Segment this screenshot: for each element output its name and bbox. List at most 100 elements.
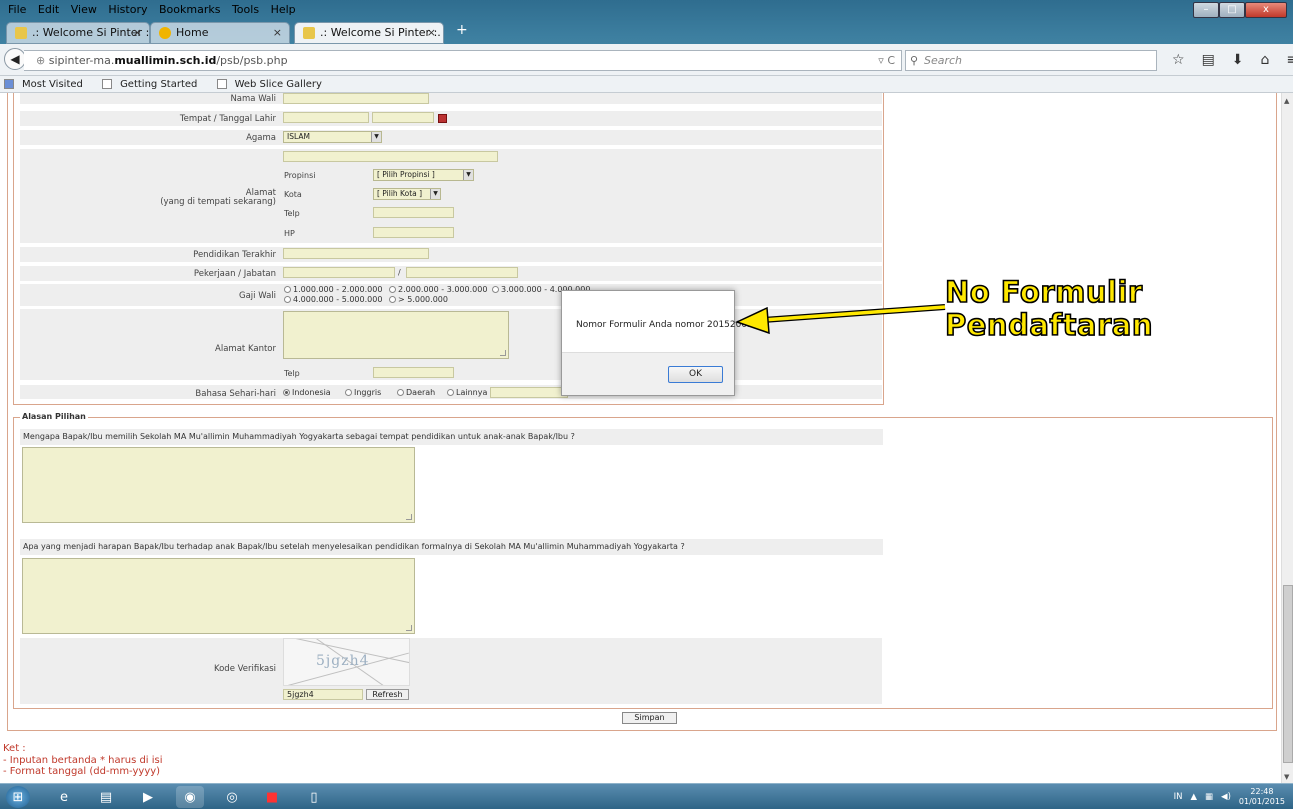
alamat-input[interactable] — [283, 151, 498, 162]
tab-welcome-2[interactable]: .: Welcome Si Pinter :. × — [294, 22, 444, 44]
clock-time: 22:48 — [1250, 787, 1274, 796]
menu-view[interactable]: View — [71, 3, 97, 16]
alasan-2-textarea[interactable] — [22, 558, 415, 634]
clock[interactable]: 22:48 01/01/2015 — [1239, 787, 1285, 807]
bookmark-most-visited[interactable]: Most Visited — [4, 79, 91, 90]
telp-input[interactable] — [373, 207, 454, 218]
scroll-down-icon[interactable]: ▼ — [1284, 773, 1289, 781]
alasan-1-textarea[interactable] — [22, 447, 415, 523]
kota-select[interactable]: [ Pilih Kota ] ▼ — [373, 188, 441, 200]
network-icon[interactable]: ▦ — [1205, 792, 1213, 802]
bookmark-getting-started[interactable]: Getting Started — [102, 79, 205, 90]
menu-tools[interactable]: Tools — [232, 3, 259, 16]
tab-home[interactable]: Home × — [150, 22, 290, 44]
firefox-icon[interactable]: ◉ — [176, 786, 204, 808]
calendar-icon[interactable] — [438, 114, 447, 123]
maximize-button[interactable]: □ — [1219, 2, 1245, 18]
media-player-icon[interactable]: ▶ — [134, 786, 162, 808]
tempat-lahir-input[interactable] — [283, 112, 369, 123]
page-icon — [102, 79, 113, 89]
scroll-up-icon[interactable]: ▲ — [1284, 97, 1289, 105]
jabatan-input[interactable] — [406, 267, 518, 278]
menu-edit[interactable]: Edit — [38, 3, 59, 16]
bahasa-lainnya[interactable]: Lainnya — [447, 388, 487, 397]
download-icon[interactable]: ⬇ — [1232, 52, 1244, 68]
menu-file[interactable]: File — [8, 3, 26, 16]
menu-history[interactable]: History — [108, 3, 147, 16]
toolbar-icons: ☆ ▤ ⬇ ⌂ ≡ — [1172, 52, 1293, 68]
tab-close-icon[interactable]: × — [273, 23, 282, 43]
captcha-image: 5jgzh4 — [283, 638, 410, 686]
page-content: Nama Wali Tempat / Tanggal Lahir / Agama… — [0, 93, 1281, 783]
pekerjaan-input[interactable] — [283, 267, 395, 278]
language-indicator[interactable]: IN — [1174, 792, 1183, 802]
scroll-thumb[interactable] — [1283, 585, 1293, 763]
alert-dialog: Nomor Formulir Anda nomor 20152003 OK — [561, 290, 753, 396]
phone-app-icon[interactable]: ▯ — [300, 786, 328, 808]
menu-help[interactable]: Help — [271, 3, 296, 16]
minimize-button[interactable]: – — [1193, 2, 1219, 18]
bahasa-option-label: Inggris — [354, 388, 382, 397]
ie-icon[interactable]: e — [50, 786, 78, 808]
hp-input[interactable] — [373, 227, 454, 238]
tab-welcome-1[interactable]: .: Welcome Si Pinter :. × — [6, 22, 150, 44]
page-scrollbar[interactable]: ▲ ▼ — [1281, 93, 1293, 783]
site-favicon-icon — [303, 27, 315, 39]
menu-bookmarks[interactable]: Bookmarks — [159, 3, 220, 16]
gaji-option-1[interactable]: 1.000.000 - 2.000.000 — [284, 285, 382, 294]
reading-list-icon[interactable]: ▤ — [1202, 52, 1215, 68]
bookmark-web-slice[interactable]: Web Slice Gallery — [216, 79, 330, 90]
reload-icon[interactable]: ▿ C — [878, 51, 895, 70]
kota-value: [ Pilih Kota ] — [377, 189, 423, 198]
radio-icon — [284, 296, 291, 303]
propinsi-select[interactable]: [ Pilih Propinsi ] ▼ — [373, 169, 474, 181]
simpan-button[interactable]: Simpan — [622, 712, 677, 724]
bahasa-daerah[interactable]: Daerah — [397, 388, 435, 397]
search-input[interactable]: ⚲ Search — [905, 50, 1157, 71]
explorer-icon[interactable]: ▤ — [92, 786, 120, 808]
captcha-input[interactable]: 5jgzh4 — [283, 689, 363, 700]
gaji-option-4[interactable]: 4.000.000 - 5.000.000 — [284, 295, 382, 304]
home-icon[interactable]: ⌂ — [1261, 52, 1270, 68]
gaji-option-5[interactable]: > 5.000.000 — [389, 295, 448, 304]
bahasa-lainnya-input[interactable] — [490, 387, 568, 398]
window-controls: – □ x — [1193, 2, 1287, 18]
mi-app-icon[interactable]: ■ — [258, 786, 286, 808]
tab-close-icon[interactable]: × — [427, 23, 436, 43]
label-gaji: Gaji Wali — [238, 291, 276, 301]
chevron-down-icon: ▼ — [430, 189, 440, 199]
radio-icon — [284, 286, 291, 293]
ket-line-2: - Format tanggal (dd-mm-yyyy) — [3, 766, 161, 777]
label-agama: Agama — [246, 133, 276, 143]
menu-icon[interactable]: ≡ — [1286, 52, 1293, 68]
pendidikan-input[interactable] — [283, 248, 429, 259]
bookmark-star-icon[interactable]: ☆ — [1172, 52, 1185, 68]
back-button[interactable]: ◀ — [4, 48, 26, 70]
label-propinsi: Propinsi — [284, 171, 316, 180]
tanggal-lahir-input[interactable] — [372, 112, 434, 123]
url-bar[interactable]: ⊕ sipinter-ma.muallimin.sch.id/psb/psb.p… — [24, 50, 902, 71]
volume-icon[interactable]: ◀) — [1221, 792, 1231, 802]
label-bahasa: Bahasa Sehari-hari — [195, 389, 276, 399]
bahasa-inggris[interactable]: Inggris — [345, 388, 381, 397]
agama-select[interactable]: ISLAM ▼ — [283, 131, 382, 143]
chrome-icon[interactable]: ◎ — [218, 786, 246, 808]
alamat-kantor-textarea[interactable] — [283, 311, 509, 359]
nama-wali-input[interactable] — [283, 93, 429, 104]
new-tab-button[interactable]: + — [456, 22, 468, 38]
ok-button[interactable]: OK — [668, 366, 723, 383]
windows-taskbar: ⊞ e ▤ ▶ ◉ ◎ ■ ▯ IN ▲ ▦ ◀) 22:48 01/01/20… — [0, 783, 1293, 809]
bookmark-label: Web Slice Gallery — [234, 79, 322, 90]
globe-icon: ⊕ — [36, 54, 49, 67]
gaji-option-2[interactable]: 2.000.000 - 3.000.000 — [389, 285, 487, 294]
tray-expand-icon[interactable]: ▲ — [1190, 792, 1197, 802]
bahasa-indonesia[interactable]: Indonesia — [283, 388, 331, 397]
tab-close-icon[interactable]: × — [133, 23, 142, 43]
close-window-button[interactable]: x — [1245, 2, 1287, 18]
radio-icon — [447, 389, 454, 396]
telp-kantor-input[interactable] — [373, 367, 454, 378]
refresh-button[interactable]: Refresh — [366, 689, 409, 700]
search-placeholder: Search — [924, 54, 963, 67]
start-button-icon[interactable]: ⊞ — [6, 786, 30, 808]
radio-selected-icon — [283, 389, 290, 396]
